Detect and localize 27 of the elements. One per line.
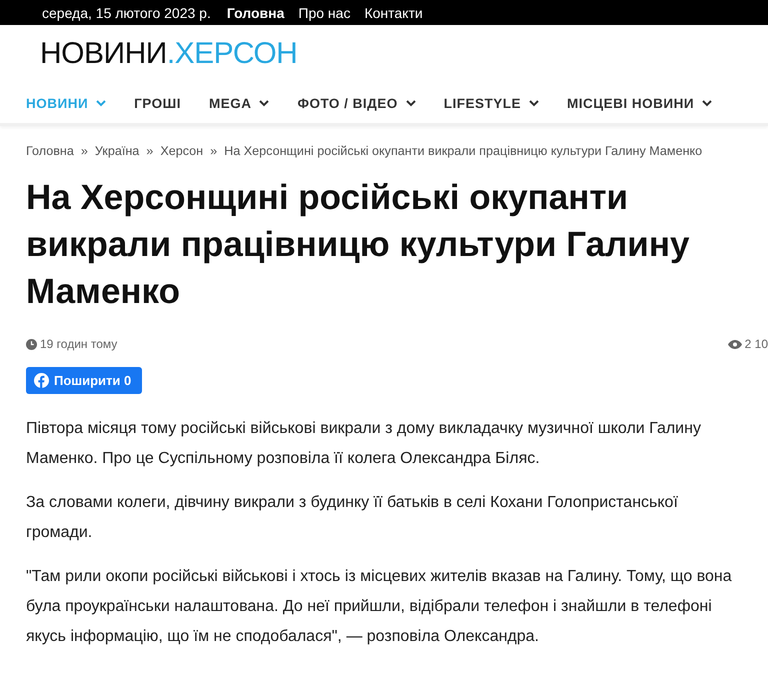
clock-icon [26,338,37,350]
view-count: 2 10 [744,337,768,351]
breadcrumb-separator: » [80,144,88,158]
nav-item[interactable]: ФОТО / ВІДЕО [297,96,416,110]
top-link[interactable]: Контакти [364,4,423,20]
breadcrumb-link[interactable]: Україна [94,144,140,158]
breadcrumb-link[interactable]: Головна [26,144,74,158]
top-link[interactable]: Про нас [298,4,350,20]
current-date: середа, 15 лютого 2023 р. [42,4,211,20]
eye-icon [728,340,742,348]
facebook-icon [34,373,49,388]
breadcrumb-link[interactable]: На Херсонщині російські окупанти викрали працівницю культури Галину Маменко [224,144,702,158]
article-title: На Херсонщині російські окупанти викрали працівницю культури Галину Маменко [26,177,690,313]
article-paragraph: За словами колеги, дівчину викрали з будинку її батьків в селі Кохани Голопристанської громади. [26,493,679,543]
breadcrumb-separator: » [210,144,218,158]
breadcrumb-link[interactable]: Херсон [160,144,204,158]
nav-item[interactable]: ГРОШІ [134,96,181,110]
nav-item[interactable]: МІСЦЕВІ НОВИНИ [567,96,712,110]
site-logo[interactable]: НОВИНИ.ХЕРСОН [40,37,298,71]
top-link[interactable]: Головна [226,4,284,20]
breadcrumb-separator: » [146,144,154,158]
nav-item[interactable]: MEGA [208,96,270,110]
article-paragraph: "Там рили окопи російські військові і хтось із місцевих жителів вказав на Галину. Тому, що вона була проукраїнськи налаштована. До неї прийшли, відібрали телефон і знайшли в телефоні якусь інформацію, що їм не сподобалася", — розповіла Олександра. [26,567,733,647]
share-button[interactable]: Поширити 0 [26,367,142,394]
nav-item[interactable]: LIFESTYLE [444,96,540,110]
article-paragraph: Півтора місяця тому російські військові викрали з дому викладачку музичної школи Галину Маменко. Про це Суспільному розповіла її колега Олександра Біляс. [26,419,702,469]
publish-time: 19 годин тому [40,337,118,351]
